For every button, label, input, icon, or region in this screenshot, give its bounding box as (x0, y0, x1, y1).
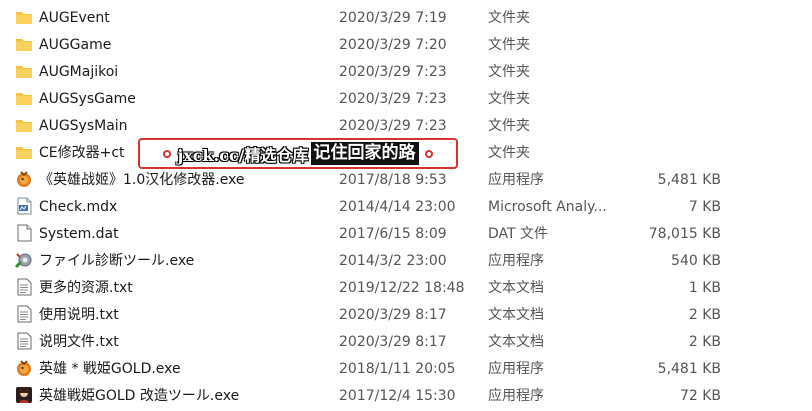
file-size: 5,481 KB (657, 172, 721, 188)
file-size: 540 KB (671, 253, 721, 269)
file-name[interactable]: AUGSysMain (39, 117, 128, 135)
file-type: 文件夹 (488, 10, 530, 26)
file-date: 2014/3/2 23:00 (339, 253, 447, 269)
file-name[interactable]: CE修改器+ct (39, 144, 125, 162)
file-date: 2020/3/29 8:17 (339, 307, 447, 323)
watermark-pin-right-icon (424, 149, 433, 158)
file-row-usage-txt[interactable]: 使用说明.txt 2020/3/29 8:17 文本文档 2 KB (0, 301, 812, 328)
file-row-gold-exe[interactable]: 英雄 * 戦姫GOLD.exe 2018/1/11 20:05 应用程序 5,4… (0, 355, 812, 382)
watermark-slogan: 记住回家的路 (310, 142, 419, 165)
file-row-check-mdx[interactable]: Check.mdx 2014/4/14 23:00 Microsoft Anal… (0, 193, 812, 220)
file-date: 2019/12/22 18:48 (339, 280, 465, 296)
folder-icon (14, 142, 34, 162)
file-name[interactable]: 更多的资源.txt (39, 279, 133, 297)
trainer-app-icon (14, 169, 34, 189)
blank-file-icon (14, 223, 34, 243)
file-type: 应用程序 (488, 172, 544, 188)
file-row-system-dat[interactable]: System.dat 2017/6/15 8:09 DAT 文件 78,015 … (0, 220, 812, 247)
file-name[interactable]: AUGSysGame (39, 90, 136, 108)
file-type: DAT 文件 (488, 226, 549, 242)
folder-icon (14, 34, 34, 54)
file-date: 2020/3/29 7:19 (339, 10, 447, 26)
file-name[interactable]: ファイル診断ツール.exe (39, 252, 194, 270)
file-type: 文件夹 (488, 118, 530, 134)
file-date: 2017/12/4 15:30 (339, 388, 456, 404)
file-name[interactable]: 英雄 * 戦姫GOLD.exe (39, 360, 181, 378)
file-date: 2018/1/11 20:05 (339, 361, 456, 377)
file-date: 2020/3/29 7:23 (339, 91, 447, 107)
file-type: 文本文档 (488, 280, 544, 296)
file-row-trainer-exe[interactable]: 《英雄战姬》1.0汉化修改器.exe 2017/8/18 9:53 应用程序 5… (0, 166, 812, 193)
file-date: 2020/3/29 7:20 (339, 37, 447, 53)
file-type: 文件夹 (488, 37, 530, 53)
file-name[interactable]: AUGMajikoi (39, 63, 118, 81)
file-name[interactable]: AUGEvent (39, 9, 110, 27)
watermark-pin-left-icon (163, 149, 172, 158)
file-size: 78,015 KB (648, 226, 721, 242)
file-name[interactable]: 说明文件.txt (39, 333, 119, 351)
file-row-readme-txt[interactable]: 说明文件.txt 2020/3/29 8:17 文本文档 2 KB (0, 328, 812, 355)
folder-icon (14, 115, 34, 135)
game-app-icon (14, 385, 34, 405)
file-name[interactable]: AUGGame (39, 36, 111, 54)
text-file-icon (14, 304, 34, 324)
file-name[interactable]: Check.mdx (39, 198, 117, 216)
file-type: 文本文档 (488, 334, 544, 350)
file-size: 72 KB (679, 388, 721, 404)
file-size: 7 KB (688, 199, 721, 215)
file-date: 2020/3/29 8:17 (339, 334, 447, 350)
file-row-diagnostic-exe[interactable]: ファイル診断ツール.exe 2014/3/2 23:00 应用程序 540 KB (0, 247, 812, 274)
folder-icon (14, 88, 34, 108)
file-type: 应用程序 (488, 253, 544, 269)
file-type: Microsoft Analy... (488, 199, 607, 215)
trainer-app-icon (14, 358, 34, 378)
file-size: 2 KB (688, 334, 721, 350)
text-file-icon (14, 331, 34, 351)
file-list: AUGEvent 2020/3/29 7:19 文件夹 AUGGame 2020… (0, 4, 812, 409)
file-size: 2 KB (688, 307, 721, 323)
file-type: 应用程序 (488, 361, 544, 377)
watermark-banner: jxck.cc/精选仓库 记住回家的路 (138, 138, 458, 169)
file-row-more-resources-txt[interactable]: 更多的资源.txt 2019/12/22 18:48 文本文档 1 KB (0, 274, 812, 301)
folder-icon (14, 61, 34, 81)
file-date: 2020/3/29 7:23 (339, 118, 447, 134)
file-date: 2020/3/29 7:23 (339, 64, 447, 80)
file-type: 文本文档 (488, 307, 544, 323)
watermark-site: jxck.cc/精选仓库 (177, 145, 309, 165)
diagnostic-tool-icon (14, 250, 34, 270)
file-type: 文件夹 (488, 91, 530, 107)
file-row-auggame[interactable]: AUGGame 2020/3/29 7:20 文件夹 (0, 31, 812, 58)
file-date: 2014/4/14 23:00 (339, 199, 456, 215)
file-type: 文件夹 (488, 64, 530, 80)
file-date: 2017/6/15 8:09 (339, 226, 447, 242)
folder-icon (14, 7, 34, 27)
file-name[interactable]: 《英雄战姬》1.0汉化修改器.exe (39, 171, 245, 189)
file-name[interactable]: 使用说明.txt (39, 306, 119, 324)
file-row-gold-tool-exe[interactable]: 英雄戦姫GOLD 改造ツール.exe 2017/12/4 15:30 应用程序 … (0, 382, 812, 409)
file-size: 1 KB (688, 280, 721, 296)
file-row-augevent[interactable]: AUGEvent 2020/3/29 7:19 文件夹 (0, 4, 812, 31)
file-size: 5,481 KB (657, 361, 721, 377)
text-file-icon (14, 277, 34, 297)
file-type: 文件夹 (488, 145, 530, 161)
file-type: 应用程序 (488, 388, 544, 404)
mdx-file-icon (14, 196, 34, 216)
file-date: 2017/8/18 9:53 (339, 172, 447, 188)
file-row-augsysgame[interactable]: AUGSysGame 2020/3/29 7:23 文件夹 (0, 85, 812, 112)
file-name[interactable]: 英雄戦姫GOLD 改造ツール.exe (39, 387, 239, 405)
file-row-augsysmain[interactable]: AUGSysMain 2020/3/29 7:23 文件夹 (0, 112, 812, 139)
file-name[interactable]: System.dat (39, 225, 119, 243)
file-row-augmajikoi[interactable]: AUGMajikoi 2020/3/29 7:23 文件夹 (0, 58, 812, 85)
